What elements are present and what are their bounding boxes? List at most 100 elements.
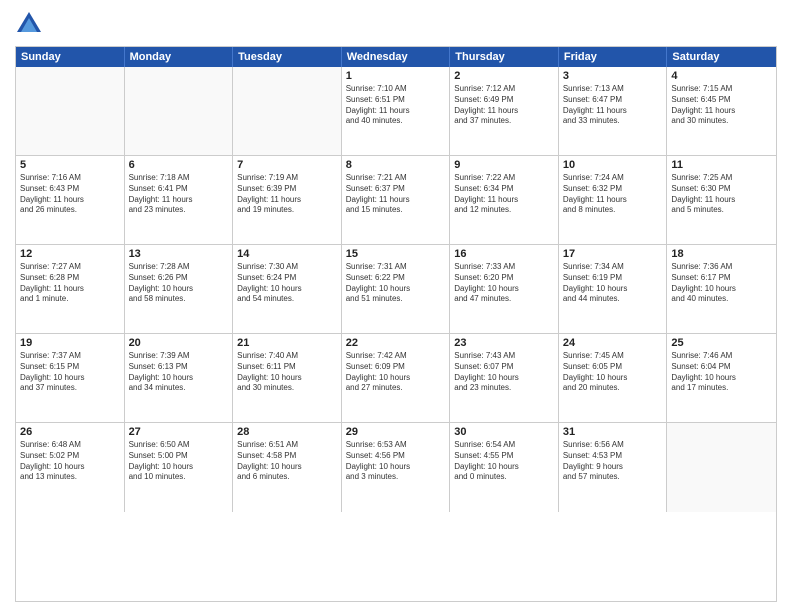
calendar-body: 1Sunrise: 7:10 AM Sunset: 6:51 PM Daylig…: [16, 67, 776, 601]
calendar-cell: 15 Sunrise: 7:31 AM Sunset: 6:22 PM Dayli…: [342, 245, 451, 333]
day-number: 29: [346, 426, 446, 438]
day-number: 4: [671, 70, 772, 82]
day-number: 28: [237, 426, 337, 438]
logo: [15, 10, 47, 38]
day-info: Sunrise: 7:33 AM Sunset: 6:20 PM Dayligh…: [454, 262, 554, 305]
weekday-header: Friday: [559, 47, 668, 67]
day-number: 7: [237, 159, 337, 171]
calendar-cell: 1Sunrise: 7:10 AM Sunset: 6:51 PM Daylig…: [342, 67, 451, 155]
calendar-cell: 30 Sunrise: 6:54 AM Sunset: 4:55 PM Dayli…: [450, 423, 559, 512]
calendar-cell: 3 Sunrise: 7:13 AM Sunset: 6:47 PM Daylig…: [559, 67, 668, 155]
day-info: Sunrise: 7:43 AM Sunset: 6:07 PM Dayligh…: [454, 351, 554, 394]
calendar-cell: 14Sunrise: 7:30 AM Sunset: 6:24 PM Dayli…: [233, 245, 342, 333]
weekday-header: Saturday: [667, 47, 776, 67]
day-info: Sunrise: 7:31 AM Sunset: 6:22 PM Dayligh…: [346, 262, 446, 305]
calendar-week: 19Sunrise: 7:37 AM Sunset: 6:15 PM Dayli…: [16, 334, 776, 423]
calendar-cell: 9 Sunrise: 7:22 AM Sunset: 6:34 PM Daylig…: [450, 156, 559, 244]
day-info: Sunrise: 7:24 AM Sunset: 6:32 PM Dayligh…: [563, 173, 663, 216]
day-info: Sunrise: 7:21 AM Sunset: 6:37 PM Dayligh…: [346, 173, 446, 216]
calendar-cell: 13 Sunrise: 7:28 AM Sunset: 6:26 PM Dayli…: [125, 245, 234, 333]
calendar-cell: 27 Sunrise: 6:50 AM Sunset: 5:00 PM Dayli…: [125, 423, 234, 512]
day-info: Sunrise: 7:19 AM Sunset: 6:39 PM Dayligh…: [237, 173, 337, 216]
calendar-cell: 2 Sunrise: 7:12 AM Sunset: 6:49 PM Daylig…: [450, 67, 559, 155]
day-number: 2: [454, 70, 554, 82]
day-info: Sunrise: 7:45 AM Sunset: 6:05 PM Dayligh…: [563, 351, 663, 394]
day-info: Sunrise: 7:27 AM Sunset: 6:28 PM Dayligh…: [20, 262, 120, 305]
day-number: 21: [237, 337, 337, 349]
calendar-header: SundayMondayTuesdayWednesdayThursdayFrid…: [16, 47, 776, 67]
day-number: 24: [563, 337, 663, 349]
day-info: Sunrise: 7:28 AM Sunset: 6:26 PM Dayligh…: [129, 262, 229, 305]
day-info: Sunrise: 7:18 AM Sunset: 6:41 PM Dayligh…: [129, 173, 229, 216]
day-number: 25: [671, 337, 772, 349]
calendar-cell: 5 Sunrise: 7:16 AM Sunset: 6:43 PM Daylig…: [16, 156, 125, 244]
calendar-cell: 25Sunrise: 7:46 AM Sunset: 6:04 PM Dayli…: [667, 334, 776, 422]
calendar-cell: 8 Sunrise: 7:21 AM Sunset: 6:37 PM Daylig…: [342, 156, 451, 244]
calendar-cell: 7 Sunrise: 7:19 AM Sunset: 6:39 PM Daylig…: [233, 156, 342, 244]
calendar-cell: 22Sunrise: 7:42 AM Sunset: 6:09 PM Dayli…: [342, 334, 451, 422]
calendar-cell: [667, 423, 776, 512]
calendar-cell: 6 Sunrise: 7:18 AM Sunset: 6:41 PM Daylig…: [125, 156, 234, 244]
day-info: Sunrise: 7:36 AM Sunset: 6:17 PM Dayligh…: [671, 262, 772, 305]
day-info: Sunrise: 6:56 AM Sunset: 4:53 PM Dayligh…: [563, 440, 663, 483]
calendar-cell: 16 Sunrise: 7:33 AM Sunset: 6:20 PM Dayli…: [450, 245, 559, 333]
weekday-header: Thursday: [450, 47, 559, 67]
logo-icon: [15, 10, 43, 38]
calendar-week: 26Sunrise: 6:48 AM Sunset: 5:02 PM Dayli…: [16, 423, 776, 512]
day-number: 6: [129, 159, 229, 171]
day-info: Sunrise: 7:39 AM Sunset: 6:13 PM Dayligh…: [129, 351, 229, 394]
day-info: Sunrise: 6:50 AM Sunset: 5:00 PM Dayligh…: [129, 440, 229, 483]
day-number: 12: [20, 248, 120, 260]
day-number: 3: [563, 70, 663, 82]
day-number: 11: [671, 159, 772, 171]
day-number: 15: [346, 248, 446, 260]
calendar-cell: [233, 67, 342, 155]
day-number: 9: [454, 159, 554, 171]
day-info: Sunrise: 7:16 AM Sunset: 6:43 PM Dayligh…: [20, 173, 120, 216]
calendar-cell: 31 Sunrise: 6:56 AM Sunset: 4:53 PM Dayli…: [559, 423, 668, 512]
day-number: 30: [454, 426, 554, 438]
day-info: Sunrise: 7:12 AM Sunset: 6:49 PM Dayligh…: [454, 84, 554, 127]
day-number: 8: [346, 159, 446, 171]
day-info: Sunrise: 6:54 AM Sunset: 4:55 PM Dayligh…: [454, 440, 554, 483]
day-number: 31: [563, 426, 663, 438]
weekday-header: Tuesday: [233, 47, 342, 67]
day-number: 14: [237, 248, 337, 260]
page: SundayMondayTuesdayWednesdayThursdayFrid…: [0, 0, 792, 612]
day-info: Sunrise: 6:51 AM Sunset: 4:58 PM Dayligh…: [237, 440, 337, 483]
day-info: Sunrise: 7:25 AM Sunset: 6:30 PM Dayligh…: [671, 173, 772, 216]
day-info: Sunrise: 7:40 AM Sunset: 6:11 PM Dayligh…: [237, 351, 337, 394]
calendar-cell: 11 Sunrise: 7:25 AM Sunset: 6:30 PM Dayli…: [667, 156, 776, 244]
day-number: 18: [671, 248, 772, 260]
day-info: Sunrise: 7:37 AM Sunset: 6:15 PM Dayligh…: [20, 351, 120, 394]
day-number: 17: [563, 248, 663, 260]
calendar-cell: 21 Sunrise: 7:40 AM Sunset: 6:11 PM Dayli…: [233, 334, 342, 422]
calendar-cell: 28 Sunrise: 6:51 AM Sunset: 4:58 PM Dayli…: [233, 423, 342, 512]
calendar-cell: 26Sunrise: 6:48 AM Sunset: 5:02 PM Dayli…: [16, 423, 125, 512]
day-info: Sunrise: 7:13 AM Sunset: 6:47 PM Dayligh…: [563, 84, 663, 127]
weekday-header: Monday: [125, 47, 234, 67]
weekday-header: Wednesday: [342, 47, 451, 67]
day-number: 1: [346, 70, 446, 82]
day-number: 23: [454, 337, 554, 349]
calendar-cell: 12 Sunrise: 7:27 AM Sunset: 6:28 PM Dayli…: [16, 245, 125, 333]
day-number: 5: [20, 159, 120, 171]
day-number: 13: [129, 248, 229, 260]
day-info: Sunrise: 6:48 AM Sunset: 5:02 PM Dayligh…: [20, 440, 120, 483]
calendar-cell: [125, 67, 234, 155]
calendar-week: 5 Sunrise: 7:16 AM Sunset: 6:43 PM Daylig…: [16, 156, 776, 245]
calendar-cell: 20 Sunrise: 7:39 AM Sunset: 6:13 PM Dayli…: [125, 334, 234, 422]
calendar-cell: 19Sunrise: 7:37 AM Sunset: 6:15 PM Dayli…: [16, 334, 125, 422]
day-number: 27: [129, 426, 229, 438]
day-number: 16: [454, 248, 554, 260]
day-info: Sunrise: 7:34 AM Sunset: 6:19 PM Dayligh…: [563, 262, 663, 305]
calendar-week: 1Sunrise: 7:10 AM Sunset: 6:51 PM Daylig…: [16, 67, 776, 156]
weekday-header: Sunday: [16, 47, 125, 67]
calendar-cell: 23 Sunrise: 7:43 AM Sunset: 6:07 PM Dayli…: [450, 334, 559, 422]
calendar-week: 12 Sunrise: 7:27 AM Sunset: 6:28 PM Dayli…: [16, 245, 776, 334]
calendar-cell: 17 Sunrise: 7:34 AM Sunset: 6:19 PM Dayli…: [559, 245, 668, 333]
calendar-cell: 24 Sunrise: 7:45 AM Sunset: 6:05 PM Dayli…: [559, 334, 668, 422]
calendar-cell: [16, 67, 125, 155]
day-number: 20: [129, 337, 229, 349]
day-info: Sunrise: 7:22 AM Sunset: 6:34 PM Dayligh…: [454, 173, 554, 216]
